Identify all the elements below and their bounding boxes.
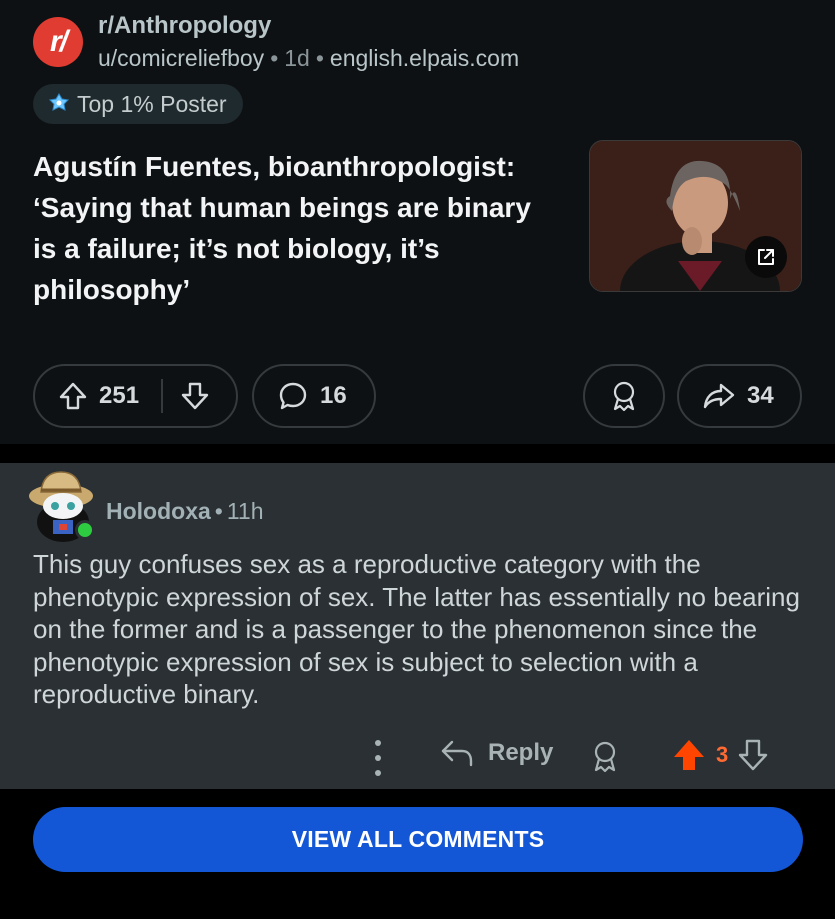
comment-upvote-icon[interactable] [672,738,706,772]
reply-button[interactable]: Reply [440,738,553,768]
comment-icon [279,382,307,410]
external-link-button[interactable] [745,236,787,278]
badge-icon [48,93,70,111]
comment-author[interactable]: Holodoxa [106,498,211,524]
post-author[interactable]: u/comicreliefboy [98,45,264,71]
award-icon [613,381,635,412]
post-title[interactable]: Agustín Fuentes, bioanthropologist: ‘Say… [33,146,553,310]
comment-vote-count: 3 [716,742,729,767]
subreddit-icon-text: r/ [49,25,68,58]
reply-label: Reply [488,739,554,766]
view-all-comments-button[interactable]: VIEW ALL COMMENTS [33,807,803,872]
subreddit-icon[interactable]: r/ [33,17,83,67]
reply-icon [441,740,473,767]
upvote-icon[interactable] [59,381,87,411]
post-upvote-count: 251 [99,382,140,409]
comment-age: 11h [226,498,264,524]
commenter-avatar[interactable] [27,466,97,542]
comment-award-icon [594,741,616,773]
comment-count: 16 [320,382,347,409]
badge-label: Top 1% Poster [77,90,227,117]
subreddit-name[interactable]: r/Anthropology [98,12,271,40]
comments-button[interactable]: 16 [252,364,376,428]
share-count: 34 [747,382,774,409]
award-button[interactable] [583,364,665,428]
post-domain[interactable]: english.elpais.com [330,45,519,71]
post-meta: u/comicreliefboy • 1d • english.elpais.com [98,45,520,71]
share-button[interactable]: 34 [677,364,802,428]
snoo-avatar-icon [29,471,95,542]
post-vote-bar: 251 [33,364,238,428]
top-poster-badge: Top 1% Poster [33,84,243,124]
comment-award-button[interactable] [590,740,620,779]
comment-more-options-icon[interactable] [368,740,388,776]
external-link-icon [758,249,774,265]
comment-downvote-icon[interactable] [738,738,768,772]
comment-author-line: Holodoxa • 11h [106,498,264,524]
comment-body: This guy confuses sex as a reproductive … [33,549,800,709]
share-icon [703,383,735,409]
post-age: 1d [284,45,310,71]
downvote-icon[interactable] [181,381,209,411]
vote-divider [161,379,164,413]
comment-vote-bar: 3 [672,738,768,772]
